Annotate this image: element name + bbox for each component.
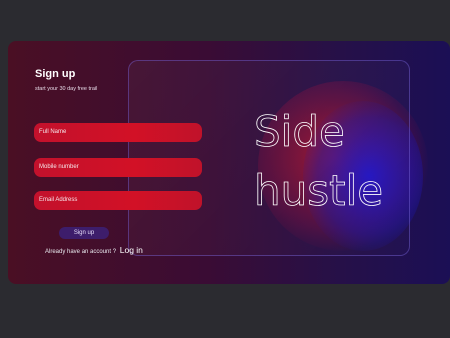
- hero-line-hustle: hustle: [254, 166, 383, 215]
- login-prompt: Already have an account ? Log in: [45, 245, 143, 255]
- hero-heading: Side hustle: [252, 107, 392, 224]
- signup-button[interactable]: Sign up: [59, 227, 109, 239]
- signup-subtitle: start your 30 day free trail: [35, 86, 98, 92]
- login-link[interactable]: Log in: [120, 245, 143, 255]
- email-address-field[interactable]: Email Address: [34, 191, 202, 210]
- signup-card: Sign up start your 30 day free trail Ful…: [8, 41, 450, 284]
- mobile-number-field[interactable]: Mobile number: [34, 158, 202, 177]
- full-name-field[interactable]: Full Name: [34, 123, 202, 142]
- page-background: Sign up start your 30 day free trail Ful…: [0, 0, 450, 338]
- signup-title: Sign up: [35, 68, 76, 80]
- login-prompt-text: Already have an account ?: [45, 249, 117, 255]
- hero-line-side: Side: [254, 109, 345, 156]
